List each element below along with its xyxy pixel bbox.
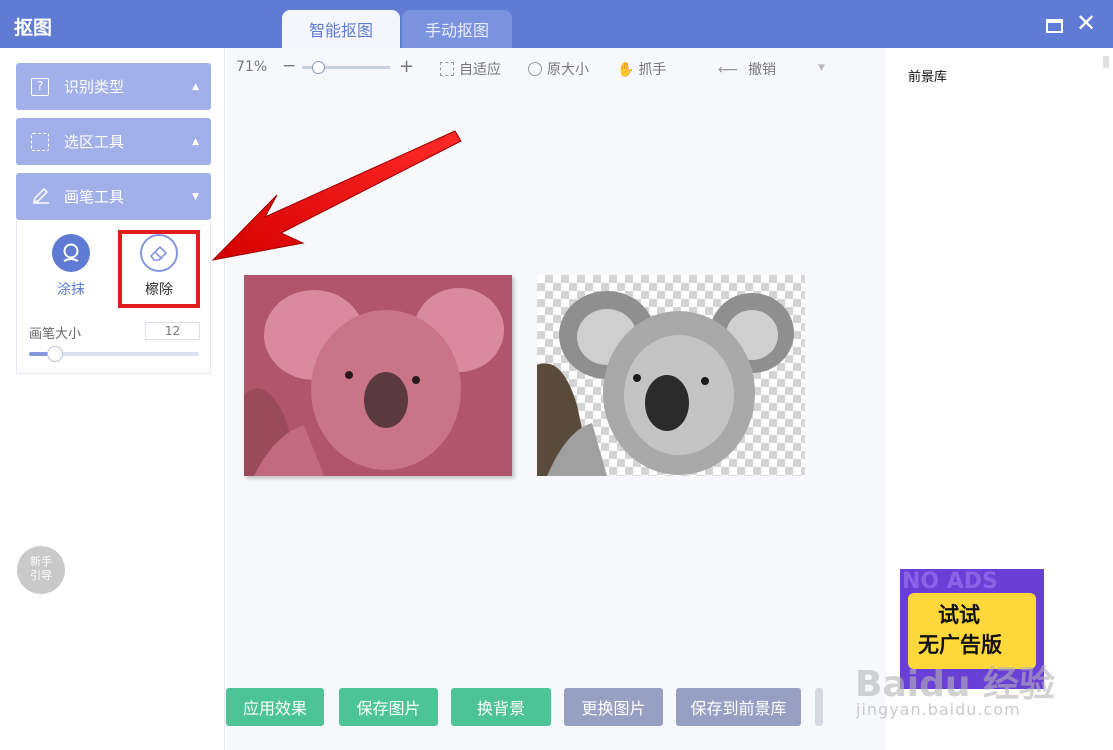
caret-up-icon: ▲ (192, 82, 199, 92)
section-brush-tool[interactable]: 画笔工具 ▼ (16, 173, 211, 220)
title-bar: 抠图 智能抠图 手动抠图 ✕ (0, 0, 1113, 48)
zoom-level: 71% (236, 59, 268, 75)
magnifier-icon (528, 62, 542, 76)
question-box-icon: ? (31, 77, 49, 96)
fit-label: 自适应 (459, 62, 501, 78)
pencil-icon (31, 185, 51, 209)
brush-size-label: 画笔大小 (29, 327, 82, 342)
caret-down-icon: ▼ (192, 192, 199, 202)
zoom-slider-handle[interactable] (312, 61, 325, 74)
caret-up-icon: ▲ (192, 137, 199, 147)
smear-brush-icon (52, 234, 90, 272)
left-panel: ? 识别类型 ▲ 选区工具 ▲ 画笔工具 ▼ 涂抹 檫除 画笔大小 12 新手 … (0, 48, 225, 750)
grab-button[interactable]: ✋ 抓手 (617, 59, 666, 79)
guide-label-line2: 引导 (30, 569, 52, 582)
original-image-preview[interactable] (244, 275, 512, 476)
koala-cutout-image (537, 291, 794, 476)
save-to-foreground-library-button[interactable]: 保存到前景库 (676, 688, 801, 726)
canvas-area: 71% − + 自适应 原大小 ✋ 抓手 ⟵ 撤销 ▼ 应用效果 保存图片 换背… (226, 48, 886, 750)
baidu-watermark-url: jingyan.baidu.com (856, 700, 1021, 719)
undo-dropdown-icon[interactable]: ▼ (818, 63, 825, 73)
cutout-result-preview[interactable] (537, 275, 805, 476)
app-title: 抠图 (14, 17, 53, 39)
original-size-label: 原大小 (547, 62, 589, 78)
section-label: 识别类型 (64, 78, 125, 96)
more-button-stub[interactable] (815, 688, 823, 726)
selection-icon (31, 132, 49, 151)
apply-effect-button[interactable]: 应用效果 (226, 688, 324, 726)
guide-label-line1: 新手 (30, 555, 52, 568)
ad-ghost-text: NO ADS (902, 569, 998, 594)
grab-label: 抓手 (638, 62, 667, 78)
hand-icon: ✋ (617, 62, 635, 78)
fit-button[interactable]: 自适应 (440, 59, 501, 79)
smear-tool[interactable]: 涂抹 (41, 234, 101, 299)
annotation-highlight-box (118, 230, 200, 308)
original-size-button[interactable]: 原大小 (528, 59, 589, 79)
tab-smart-cutout[interactable]: 智能抠图 (282, 10, 400, 48)
canvas-toolbar: 71% − + 自适应 原大小 ✋ 抓手 ⟵ 撤销 ▼ (226, 56, 886, 80)
tab-manual-cutout[interactable]: 手动抠图 (402, 10, 512, 48)
undo-button[interactable]: ⟵ 撤销 (718, 59, 776, 79)
brush-size-input[interactable]: 12 (145, 322, 200, 340)
section-label: 画笔工具 (64, 188, 125, 206)
beginner-guide-button[interactable]: 新手 引导 (17, 546, 65, 594)
zoom-in-icon[interactable]: + (399, 56, 414, 77)
change-background-button[interactable]: 换背景 (451, 688, 551, 726)
section-selection-tool[interactable]: 选区工具 ▲ (16, 118, 211, 165)
save-image-button[interactable]: 保存图片 (339, 688, 438, 726)
undo-label: 撤销 (748, 62, 777, 78)
undo-arrow-icon: ⟵ (718, 62, 739, 78)
scrollbar[interactable] (1103, 56, 1109, 68)
replace-image-button[interactable]: 更换图片 (564, 688, 663, 726)
brush-size-slider-handle[interactable] (46, 346, 63, 362)
ad-line1: 试试 (938, 603, 980, 627)
foreground-library-title: 前景库 (908, 70, 948, 85)
koala-masked-image (244, 275, 512, 476)
section-recognition-type[interactable]: ? 识别类型 ▲ (16, 63, 211, 110)
maximize-icon[interactable] (1046, 19, 1063, 33)
close-icon[interactable]: ✕ (1076, 11, 1096, 35)
zoom-out-icon[interactable]: − (282, 56, 296, 76)
fit-icon (440, 62, 454, 76)
smear-tool-label: 涂抹 (57, 282, 85, 298)
section-label: 选区工具 (64, 133, 125, 151)
foreground-library-panel: 前景库 NO ADS 试试 无广告版 (886, 48, 1113, 750)
bottom-action-bar: 应用效果 保存图片 换背景 更换图片 保存到前景库 (226, 688, 886, 726)
brush-tool-panel: 涂抹 檫除 画笔大小 12 (16, 220, 211, 374)
